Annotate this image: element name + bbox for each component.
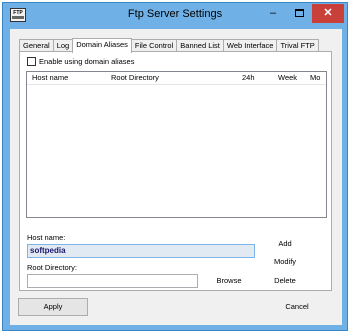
title-bar[interactable]: FTP Ftp Server Settings – ✕: [3, 3, 347, 29]
enable-domain-aliases-row[interactable]: Enable using domain aliases: [27, 57, 134, 66]
enable-domain-aliases-label[interactable]: Enable using domain aliases: [39, 57, 134, 66]
browse-button[interactable]: Browse: [204, 273, 254, 289]
list-header: Host name Root Directory 24h Week Mo: [27, 72, 326, 85]
modify-button[interactable]: Modify: [260, 254, 310, 270]
cancel-button[interactable]: Cancel: [262, 298, 332, 316]
column-week[interactable]: Week: [278, 73, 297, 82]
domain-aliases-panel: Enable using domain aliases Host name Ro…: [19, 51, 332, 291]
apply-button[interactable]: Apply: [18, 298, 88, 316]
maximize-icon: [294, 9, 304, 18]
minimize-button[interactable]: –: [260, 4, 286, 23]
maximize-button[interactable]: [286, 4, 312, 23]
column-24h[interactable]: 24h: [242, 73, 255, 82]
domain-aliases-list[interactable]: Host name Root Directory 24h Week Mo: [26, 71, 327, 218]
dialog-body: General Log Domain Aliases File Control …: [10, 29, 342, 325]
host-name-label: Host name:: [27, 233, 66, 242]
minimize-icon: –: [269, 7, 277, 19]
enable-domain-aliases-checkbox[interactable]: [27, 57, 36, 66]
host-name-input[interactable]: softpedia: [27, 244, 255, 258]
add-button[interactable]: Add: [260, 236, 310, 252]
close-button[interactable]: ✕: [312, 4, 344, 23]
delete-button[interactable]: Delete: [260, 273, 310, 289]
settings-window: FTP Ftp Server Settings – ✕ General Log …: [2, 2, 348, 331]
column-host-name[interactable]: Host name: [32, 73, 68, 82]
column-root-directory[interactable]: Root Directory: [111, 73, 159, 82]
close-icon: ✕: [323, 7, 333, 19]
tab-strip: General Log Domain Aliases File Control …: [19, 38, 319, 53]
column-month[interactable]: Mo: [310, 73, 320, 82]
root-directory-input[interactable]: [27, 274, 198, 288]
tab-domain-aliases[interactable]: Domain Aliases: [72, 38, 132, 53]
root-directory-label: Root Directory:: [27, 263, 78, 272]
